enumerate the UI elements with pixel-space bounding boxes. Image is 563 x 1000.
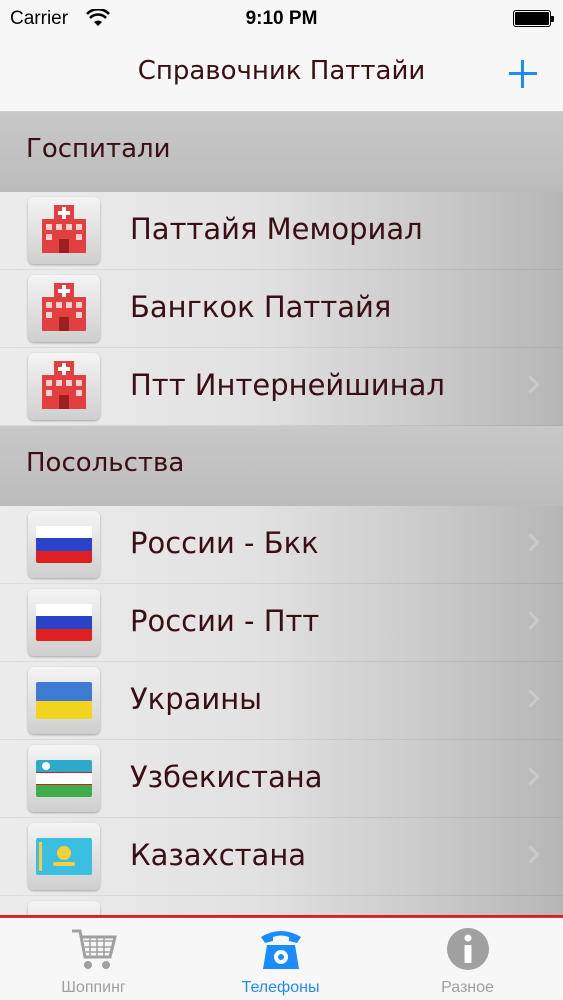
list-item[interactable]: Птт Интернейшинал: [0, 348, 563, 426]
list-item[interactable]: [0, 896, 563, 915]
hospital-icon: [28, 353, 100, 420]
list-item-label: Бангкок Паттайя: [130, 290, 392, 324]
list-item-label: России - Бкк: [130, 526, 319, 560]
list-item-label: России - Птт: [130, 604, 320, 638]
kazakhstan-flag-icon: [28, 823, 100, 890]
russia-flag-icon: [28, 511, 100, 578]
section-title: Госпитали: [26, 134, 171, 164]
list-item[interactable]: России - Птт: [0, 584, 563, 662]
clock: 9:10 PM: [245, 8, 318, 29]
list-item[interactable]: Паттайя Мемориал: [0, 192, 563, 270]
uzbekistan-flag-icon: [28, 745, 100, 812]
hospital-icon: [28, 197, 100, 264]
info-icon: [446, 928, 489, 970]
section-header-embassies: Посольства: [0, 426, 563, 506]
chevron-right-icon: [521, 767, 540, 786]
list-item[interactable]: Казахстана: [0, 818, 563, 896]
page-title: Справочник Паттайи: [137, 56, 426, 86]
tab-shopping[interactable]: Шоппинг: [0, 919, 187, 1000]
tab-label: Телефоны: [241, 979, 320, 996]
add-button[interactable]: [503, 54, 543, 94]
status-bar: Carrier 9:10 PM: [0, 0, 563, 40]
list-item-label: Казахстана: [130, 838, 307, 872]
tab-bar-divider: [0, 915, 563, 918]
list-item-label: Паттайя Мемориал: [130, 212, 423, 246]
russia-flag-icon: [28, 589, 100, 656]
list-item[interactable]: Украины: [0, 662, 563, 740]
directory-list[interactable]: Госпитали Паттайя Мемориал Бангкок Патта…: [0, 112, 563, 915]
list-item-label: Птт Интернейшинал: [130, 368, 445, 402]
list-item[interactable]: Бангкок Паттайя: [0, 270, 563, 348]
chevron-right-icon: [521, 533, 540, 552]
hospital-icon: [28, 275, 100, 342]
tab-misc[interactable]: Разное: [374, 919, 561, 1000]
list-item-label: Узбекистана: [130, 760, 323, 794]
tab-bar: Шоппинг Телефоны Разное: [0, 915, 563, 1000]
tab-label: Шоппинг: [61, 979, 126, 996]
ukraine-flag-icon: [28, 667, 100, 734]
chevron-right-icon: [521, 689, 540, 708]
battery-icon: [513, 10, 554, 27]
section-header-hospitals: Госпитали: [0, 112, 563, 192]
chevron-right-icon: [521, 611, 540, 630]
chevron-right-icon: [521, 845, 540, 864]
list-item[interactable]: России - Бкк: [0, 506, 563, 584]
flag-icon: [28, 901, 100, 915]
chevron-right-icon: [521, 375, 540, 394]
tab-phones[interactable]: Телефоны: [187, 919, 374, 1000]
tab-label: Разное: [441, 979, 494, 996]
navigation-bar: Справочник Паттайи: [0, 40, 563, 112]
shopping-cart-icon: [71, 929, 117, 969]
section-title: Посольства: [26, 448, 185, 478]
telephone-icon: [260, 931, 301, 969]
list-item[interactable]: Узбекистана: [0, 740, 563, 818]
list-item-label: Украины: [130, 682, 263, 716]
